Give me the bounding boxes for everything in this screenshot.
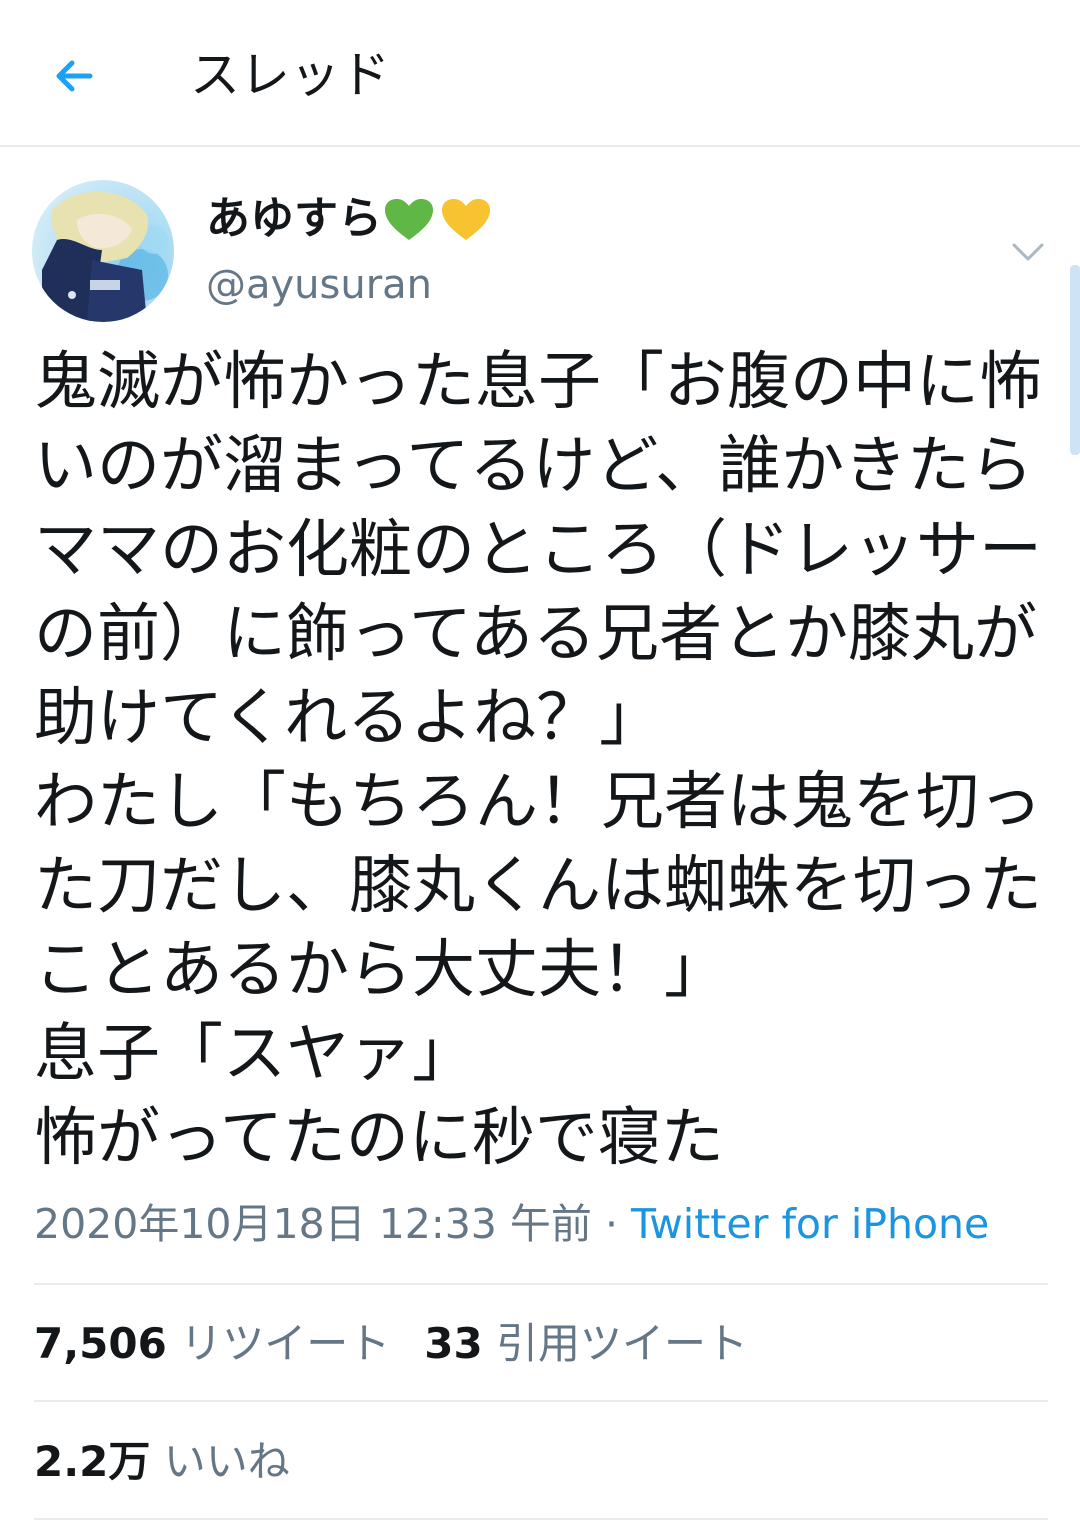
quotes-stat[interactable]: 33 引用ツイート [424, 1316, 748, 1372]
retweets-count: 7,506 [34, 1319, 167, 1368]
tweet-timestamp: 2020年10月18日 12:33 午前 [34, 1200, 592, 1248]
avatar[interactable] [32, 180, 174, 322]
divider [34, 1400, 1048, 1402]
divider [34, 1283, 1048, 1285]
author-handle[interactable]: @ayusuran [206, 258, 432, 312]
yellow-heart-icon [442, 199, 490, 240]
stats-row-retweets: 7,506 リツイート 33 引用ツイート [34, 1316, 748, 1372]
top-bar: スレッド [0, 0, 1080, 147]
retweets-stat[interactable]: 7,506 リツイート [34, 1316, 390, 1372]
back-arrow-icon [56, 60, 93, 92]
retweets-label: リツイート [180, 1319, 391, 1368]
likes-count: 2.2万 [34, 1437, 151, 1486]
heart-emojis [385, 199, 490, 240]
tweet-text: 鬼滅が怖かった息子「お腹の中に怖 いのが溜まってるけど、誰かきたら ママのお化粧… [34, 345, 1042, 1174]
avatar-image [32, 180, 174, 322]
quotes-count: 33 [424, 1319, 483, 1368]
back-button[interactable] [38, 40, 110, 112]
tweet-meta: 2020年10月18日 12:33 午前 · Twitter for iPhon… [34, 1196, 989, 1252]
scrollbar[interactable] [1070, 265, 1080, 455]
page-title: スレッド [190, 46, 390, 104]
meta-separator: · [591, 1200, 632, 1248]
quotes-label: 引用ツイート [496, 1319, 749, 1368]
tweet-client-link[interactable]: Twitter for iPhone [631, 1200, 989, 1248]
divider [34, 1518, 1048, 1520]
likes-label: いいね [163, 1437, 290, 1486]
likes-stat[interactable]: 2.2万 いいね [34, 1434, 290, 1490]
stats-row-likes: 2.2万 いいね [34, 1434, 290, 1490]
green-heart-icon [385, 199, 433, 240]
author-name[interactable]: あゆすら [206, 190, 382, 248]
chevron-down-icon[interactable] [1006, 230, 1050, 274]
